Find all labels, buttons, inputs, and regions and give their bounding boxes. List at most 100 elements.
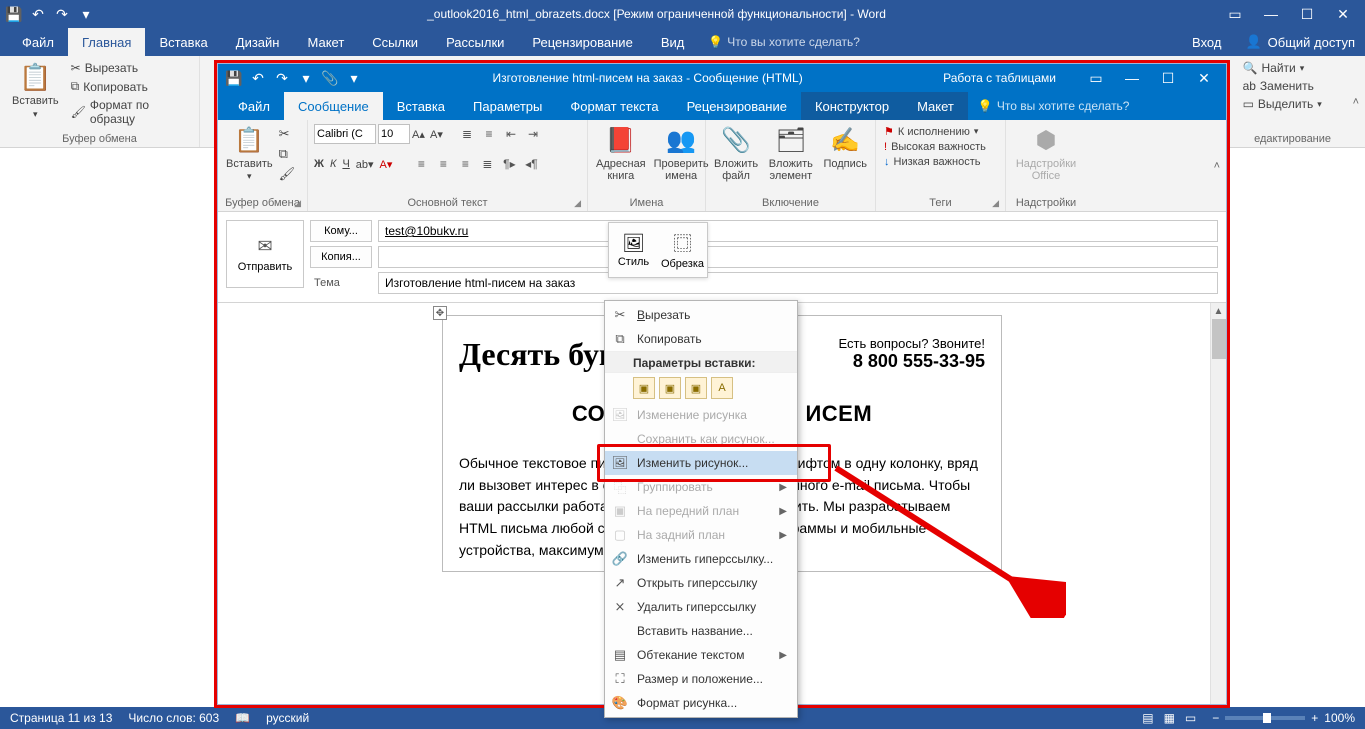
maximize-icon[interactable]: ☐ (1293, 4, 1321, 24)
subject-field[interactable] (378, 272, 1218, 294)
paste-opt3-icon[interactable]: ▣ (685, 377, 707, 399)
grow-font-icon[interactable]: A▴ (412, 128, 428, 141)
maximize-icon[interactable]: ☐ (1154, 68, 1182, 88)
select-button[interactable]: ▭Выделить ▾ (1241, 96, 1324, 112)
status-zoom[interactable]: − + 100% (1212, 711, 1355, 725)
underline-button[interactable]: Ч (342, 158, 349, 170)
to-button[interactable]: Кому... (310, 220, 372, 242)
minimize-icon[interactable]: — (1118, 68, 1146, 88)
status-words[interactable]: Число слов: 603 (128, 711, 219, 725)
indent-icon[interactable]: ⇥ (524, 126, 542, 142)
tab-design[interactable]: Дизайн (222, 28, 294, 56)
readmode-icon[interactable]: ▤ (1142, 711, 1153, 725)
address-book-button[interactable]: 📕Адресная книга (594, 124, 648, 184)
paste-opt4-icon[interactable]: A (711, 377, 733, 399)
align-right-icon[interactable]: ≡ (456, 156, 474, 172)
justify-icon[interactable]: ≣ (478, 156, 496, 172)
followup-button[interactable]: ⚑К исполнению▾ (882, 124, 988, 139)
status-spellcheck-icon[interactable]: 📖 (235, 711, 250, 725)
tab-insert[interactable]: Вставка (145, 28, 221, 56)
align-left-icon[interactable]: ≡ (412, 156, 430, 172)
ribbon-options-icon[interactable]: ▭ (1221, 4, 1249, 24)
outdent-icon[interactable]: ⇤ (502, 126, 520, 142)
ctx-edit-picture[interactable]: 🖼Изменить рисунок... (605, 451, 797, 475)
body-scrollbar[interactable]: ▲ (1210, 303, 1226, 704)
fontcolor-icon[interactable]: A▾ (380, 158, 393, 171)
paste-button[interactable]: 📋 Вставить▾ (224, 124, 275, 184)
italic-button[interactable]: К (330, 158, 336, 170)
collapse-ribbon-icon[interactable]: ˄ (1214, 120, 1226, 211)
qat-custom-icon[interactable]: ▾ (76, 4, 96, 24)
launcher-icon[interactable]: ◢ (992, 198, 999, 209)
low-importance-button[interactable]: ↓Низкая важность (882, 155, 988, 169)
paste-opt1-icon[interactable]: ▣ (633, 377, 655, 399)
format-painter-button[interactable]: 🖌Формат по образцу (69, 97, 191, 127)
redo-icon[interactable]: ↷ (272, 68, 292, 88)
rtl-icon[interactable]: ◂¶ (522, 156, 540, 172)
printlayout-icon[interactable]: ▦ (1164, 711, 1175, 725)
tab-file[interactable]: Файл (8, 28, 68, 56)
high-importance-button[interactable]: !Высокая важность (882, 140, 988, 154)
ctx-copy[interactable]: ⧉Копировать (605, 327, 797, 351)
tell-me[interactable]: 💡Что вы хотите сделать? (968, 92, 1140, 120)
tab-constructor[interactable]: Конструктор (801, 92, 903, 120)
cut-icon[interactable]: ✂ (279, 126, 296, 142)
highlight-icon[interactable]: ab▾ (356, 158, 374, 171)
crop-button[interactable]: ⿴Обрезка (658, 223, 707, 277)
scroll-up-icon[interactable]: ▲ (1211, 303, 1226, 319)
close-icon[interactable]: ✕ (1329, 4, 1357, 24)
tab-review[interactable]: Рецензирование (518, 28, 646, 56)
copy-button[interactable]: ⧉Копировать (69, 78, 191, 95)
tab-message[interactable]: Сообщение (284, 92, 383, 120)
undo-icon[interactable]: ↶ (28, 4, 48, 24)
weblayout-icon[interactable]: ▭ (1185, 711, 1196, 725)
tab-review[interactable]: Рецензирование (673, 92, 801, 120)
zoom-out-icon[interactable]: − (1212, 711, 1219, 725)
replace-button[interactable]: abЗаменить (1241, 78, 1324, 94)
ctx-insert-caption[interactable]: Вставить название... (605, 619, 797, 643)
copy-icon[interactable]: ⧉ (279, 146, 296, 162)
ctx-format-picture[interactable]: 🎨Формат рисунка... (605, 691, 797, 715)
ctx-wrap-text[interactable]: ▤Обтекание текстом▶ (605, 643, 797, 667)
zoom-in-icon[interactable]: + (1311, 711, 1318, 725)
minimize-icon[interactable]: — (1257, 4, 1285, 24)
zoom-slider[interactable] (1225, 716, 1305, 720)
launcher-icon[interactable]: ◢ (294, 198, 301, 209)
share-button[interactable]: 👤Общий доступ (1235, 28, 1365, 56)
ltr-icon[interactable]: ¶▸ (500, 156, 518, 172)
qat-dd-icon[interactable]: ▾ (344, 68, 364, 88)
shrink-font-icon[interactable]: A▾ (430, 128, 446, 141)
close-icon[interactable]: ✕ (1190, 68, 1218, 88)
tab-home[interactable]: Главная (68, 28, 145, 56)
attach-file-button[interactable]: 📎Вложить файл (712, 124, 760, 184)
cc-button[interactable]: Копия... (310, 246, 372, 268)
find-button[interactable]: 🔍Найти ▾ (1241, 60, 1324, 76)
table-move-handle-icon[interactable]: ✥ (433, 306, 447, 320)
font-name-input[interactable] (314, 124, 376, 144)
office-addins-button[interactable]: ⬢Надстройки Office (1012, 124, 1080, 184)
tab-mailings[interactable]: Рассылки (432, 28, 518, 56)
undo-icon[interactable]: ↶ (248, 68, 268, 88)
brush-icon[interactable]: 🖌 (279, 166, 296, 182)
zoom-value[interactable]: 100% (1324, 711, 1355, 725)
paste-button[interactable]: 📋 Вставить ▾ (8, 60, 63, 122)
tab-insert[interactable]: Вставка (383, 92, 459, 120)
attach-item-button[interactable]: 🗂Вложить элемент (764, 124, 817, 184)
tab-file[interactable]: Файл (224, 92, 284, 120)
ctx-remove-hyperlink[interactable]: ⨯Удалить гиперссылку (605, 595, 797, 619)
font-size-input[interactable] (378, 124, 410, 144)
tab-layout[interactable]: Макет (903, 92, 968, 120)
redo-icon[interactable]: ↷ (52, 4, 72, 24)
tab-references[interactable]: Ссылки (358, 28, 432, 56)
tab-view[interactable]: Вид (647, 28, 699, 56)
ctx-open-hyperlink[interactable]: ↗Открыть гиперссылку (605, 571, 797, 595)
save-icon[interactable]: 💾 (4, 4, 24, 24)
tell-me[interactable]: 💡Что вы хотите сделать? (698, 28, 870, 56)
signin[interactable]: Вход (1178, 28, 1235, 56)
check-names-button[interactable]: 👥Проверить имена (652, 124, 711, 184)
tab-layout[interactable]: Макет (293, 28, 358, 56)
qat-custom-icon[interactable]: ▾ (296, 68, 316, 88)
style-button[interactable]: 🖼Стиль (609, 223, 658, 277)
ctx-edit-hyperlink[interactable]: 🔗Изменить гиперссылку... (605, 547, 797, 571)
collapse-ribbon-icon[interactable]: ˄ (1353, 56, 1365, 147)
